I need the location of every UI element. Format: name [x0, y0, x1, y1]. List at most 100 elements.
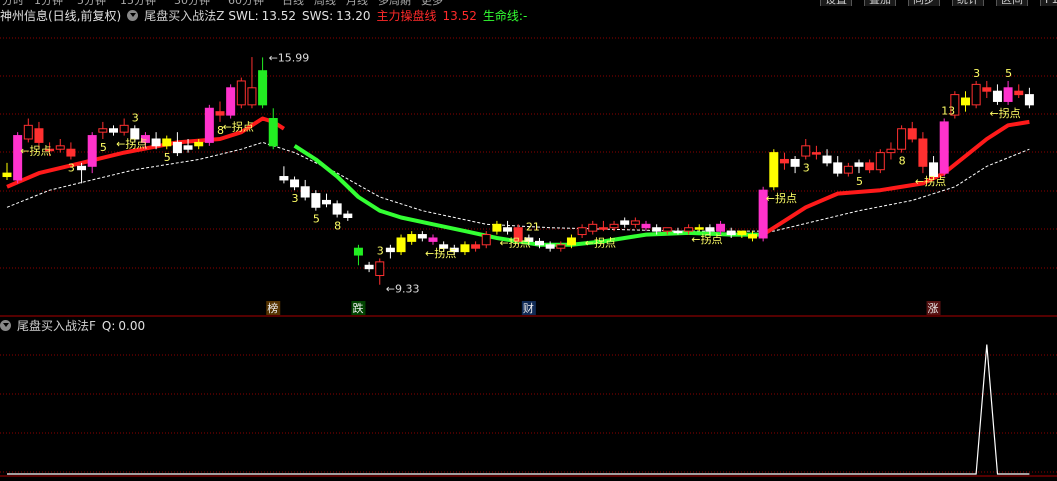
sub-indicator-name[interactable]: 尾盘买入战法F [17, 319, 96, 333]
candle-body [66, 148, 76, 157]
candle-body [918, 138, 928, 167]
candle-body [716, 223, 726, 232]
turning-point-marker: ←拐点 [223, 120, 254, 134]
candle-body [705, 227, 715, 232]
candle-body [854, 162, 864, 167]
q-label: Q: [101, 319, 116, 333]
candle-body [1024, 94, 1034, 106]
candle-body [897, 128, 907, 150]
candle-body [737, 230, 747, 236]
candle-body [535, 240, 544, 246]
candle-body [1014, 90, 1024, 96]
candle-body [247, 87, 257, 106]
candle-body [417, 234, 427, 239]
turning-point-marker: ←拐点 [116, 137, 147, 151]
event-tag: 涨 [928, 302, 939, 315]
candle-body [822, 155, 832, 164]
candle-body [865, 162, 875, 171]
q-value: 0.00 [118, 319, 146, 333]
event-tag: 跌 [352, 301, 363, 315]
candle-body [311, 193, 321, 208]
candle-body [694, 227, 704, 230]
candle-body [279, 176, 289, 181]
candle-body [503, 227, 513, 232]
min-price-label: ←9.33 [386, 283, 420, 296]
candle-body [662, 227, 672, 232]
candle-body [939, 121, 949, 174]
candle-body [226, 87, 236, 116]
turning-point-marker: ←拐点 [766, 191, 797, 205]
candle-body [290, 179, 300, 188]
candle-body [98, 128, 108, 133]
candle-body [332, 203, 342, 215]
candle-body [566, 237, 576, 246]
candle-body [268, 118, 278, 147]
candle-body [55, 145, 65, 150]
candle-body [769, 152, 779, 188]
event-tag: 财 [523, 301, 534, 315]
turning-point-marker: ←拐点 [20, 143, 51, 157]
candle-body [907, 128, 917, 140]
candle-body [471, 244, 481, 249]
candle-body [2, 172, 12, 178]
candle-body [673, 230, 683, 234]
turning-point-marker: 3 [803, 161, 810, 174]
candle-body [119, 124, 129, 133]
candle-body [726, 230, 736, 236]
candle-body [577, 227, 587, 236]
max-price-label: ←15.99 [269, 51, 310, 64]
turning-point-marker: 3 [292, 192, 299, 205]
turning-point-marker: 3 [68, 161, 75, 174]
candle-body [172, 141, 182, 154]
candle-body [641, 223, 651, 229]
candle-body [748, 234, 757, 239]
candle-body [961, 97, 970, 106]
candle-body [779, 158, 789, 164]
candle-body [300, 186, 310, 198]
turning-point-marker: 8 [334, 219, 341, 232]
candle-body [385, 247, 395, 253]
candle-body [833, 162, 843, 174]
candle-body [375, 261, 385, 277]
turning-point-marker: 3 [132, 111, 139, 124]
sub-chart-header: 尾盘买入战法F Q: 0.00 [0, 318, 151, 334]
candle-body [875, 152, 885, 171]
turning-point-marker: 8 [899, 155, 906, 168]
candle-body [588, 223, 598, 232]
turning-point-marker: ←拐点 [425, 246, 456, 260]
candle-body [652, 227, 662, 232]
candle-body [343, 213, 353, 218]
turning-point-marker: ←拐点 [585, 236, 616, 250]
candle-body [684, 227, 694, 232]
candle-body [545, 244, 555, 249]
turning-point-marker: ←拐点 [500, 236, 531, 250]
turning-point-marker: ←拐点 [989, 106, 1020, 120]
candle-body [556, 244, 566, 249]
candle-body [481, 234, 491, 246]
candle-body [492, 223, 502, 232]
turning-point-marker: 3 [377, 244, 384, 257]
sub-indicator-menu-icon[interactable] [0, 320, 11, 331]
candle-body [992, 90, 1002, 102]
q-line [7, 344, 1030, 475]
candlestick-chart[interactable]: ←拐点35 ←拐点358←拐点3583 ←拐点←拐点21←拐点 ←拐点←拐点358←拐… [0, 0, 1057, 481]
candle-body [23, 124, 33, 140]
turning-point-marker: 13 [941, 105, 955, 118]
candle-body [801, 145, 811, 157]
event-tag: 榜 [267, 301, 278, 315]
candle-body [77, 165, 87, 171]
main-force-line [762, 119, 1030, 237]
candle-body [162, 138, 172, 147]
candle-body [1003, 87, 1013, 102]
candle-body [971, 83, 981, 106]
candle-body [34, 128, 44, 143]
candle-body [790, 158, 800, 167]
candle-body [428, 237, 438, 242]
turning-point-marker: 5 [164, 151, 171, 164]
turning-point-marker: 5 [100, 141, 107, 154]
candle-body [364, 264, 374, 270]
candle-body [13, 135, 23, 181]
candle-body [630, 220, 640, 225]
candle-body [236, 80, 246, 106]
turning-point-marker: 21 [526, 221, 540, 234]
